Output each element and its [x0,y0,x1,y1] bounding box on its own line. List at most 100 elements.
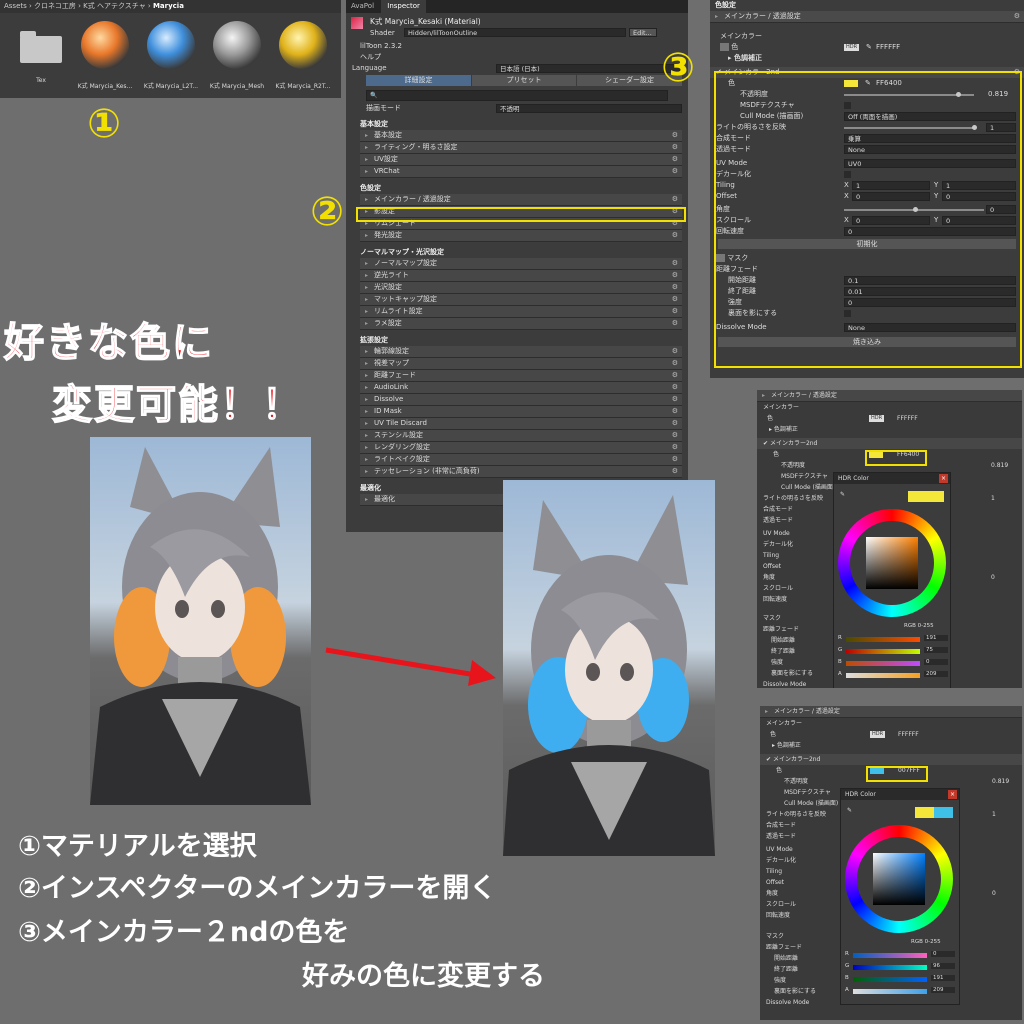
inspector-fold-item[interactable]: ラメ設定 ⚙ [360,318,682,330]
inspector-fold-item[interactable]: UV Tile Discard ⚙ [360,418,682,430]
inspector-fold-item[interactable]: リムライト設定 ⚙ [360,306,682,318]
inspector-fold-item[interactable]: メインカラー / 透過設定 ⚙ [360,194,682,206]
close-icon[interactable]: × [948,790,957,799]
inspector-fold-item[interactable]: Dissolve ⚙ [360,394,682,406]
inspector-fold-item[interactable]: ライティング・明るさ設定 ⚙ [360,142,682,154]
asset-material-r2t[interactable]: K式 Marycia_R2T... [272,21,334,90]
r-slider[interactable] [846,637,920,642]
gear-icon[interactable]: ⚙ [672,382,678,393]
b-value[interactable]: 0 [924,659,948,665]
inspector-fold-item[interactable]: 発光設定 ⚙ [360,230,682,242]
saturation-square[interactable] [873,853,925,905]
maincolor-fold[interactable]: メインカラー / 透過設定 [760,706,1022,718]
angle-value[interactable]: 0 [991,572,995,583]
color-correction-fold[interactable]: ▸ 色調補正 [757,424,1022,435]
gear-icon[interactable]: ⚙ [672,306,678,317]
opacity-value[interactable]: 0.819 [992,776,1009,787]
light-value[interactable]: 1 [991,493,995,504]
inspector-fold-item[interactable]: UV設定 ⚙ [360,154,682,166]
version-fold[interactable]: lilToon 2.3.2 [346,41,688,52]
edit-shader-button[interactable]: Edit... [629,28,657,37]
gear-icon[interactable]: ⚙ [672,130,678,141]
gear-icon[interactable]: ⚙ [672,318,678,329]
render-mode-dropdown[interactable]: 不透明 [496,104,682,113]
breadcrumb-item[interactable]: K式 ヘアテクスチャ [83,2,146,10]
gear-icon[interactable]: ⚙ [672,230,678,241]
a-slider[interactable] [846,673,920,678]
gear-icon[interactable]: ⚙ [672,258,678,269]
r-slider[interactable] [853,953,927,958]
a-value[interactable]: 209 [931,987,955,993]
b-value[interactable]: 191 [931,975,955,981]
inspector-fold-item[interactable]: AudioLink ⚙ [360,382,682,394]
gear-icon[interactable]: ⚙ [672,454,678,465]
second-color-toggle[interactable]: ✔ メインカラー2nd [760,754,1022,765]
inspector-fold-item[interactable]: マットキャップ設定 ⚙ [360,294,682,306]
inspector-fold-item[interactable]: レンダリング設定 ⚙ [360,442,682,454]
a-slider[interactable] [853,989,927,994]
maincolor-fold[interactable]: メインカラー / 透過設定 ⚙ [710,11,1024,23]
gear-icon[interactable]: ⚙ [672,282,678,293]
inspector-fold-item[interactable]: ID Mask ⚙ [360,406,682,418]
gear-icon[interactable]: ⚙ [672,294,678,305]
gear-icon[interactable]: ⚙ [672,358,678,369]
r-value[interactable]: 191 [924,635,948,641]
inspector-fold-item[interactable]: 逆光ライト ⚙ [360,270,682,282]
asset-folder-tex[interactable]: Tex [18,31,64,84]
a-value[interactable]: 209 [924,671,948,677]
tab-detail[interactable]: 詳細設定 [366,75,471,86]
inspector-fold-item[interactable]: 光沢設定 ⚙ [360,282,682,294]
tab-preset[interactable]: プリセット [472,75,576,86]
help-fold[interactable]: ヘルプ [346,52,688,63]
color-mode-dropdown[interactable]: RGB 0-255 [911,939,941,945]
search-input[interactable]: 🔍 [366,90,668,101]
inspector-fold-item[interactable]: ノーマルマップ設定 ⚙ [360,258,682,270]
gear-icon[interactable]: ⚙ [672,466,678,477]
hue-ring[interactable] [838,509,946,617]
gear-icon[interactable]: ⚙ [672,406,678,417]
gear-icon[interactable]: ⚙ [672,394,678,405]
gear-icon[interactable]: ⚙ [672,430,678,441]
gear-icon[interactable]: ⚙ [1014,11,1020,22]
breadcrumb-item[interactable]: Assets [4,2,27,10]
gear-icon[interactable]: ⚙ [672,154,678,165]
gear-icon[interactable]: ⚙ [672,346,678,357]
tab-inspector[interactable]: Inspector [381,0,426,13]
language-dropdown[interactable]: 日本語 (日本) [496,64,682,73]
inspector-fold-item[interactable]: VRChat ⚙ [360,166,682,178]
gear-icon[interactable]: ⚙ [672,418,678,429]
second-color-toggle[interactable]: ✔ メインカラー2nd [757,438,1022,449]
eyedropper-icon[interactable]: ✎ [866,42,872,53]
breadcrumb-item[interactable]: Marycia [153,2,184,10]
g-slider[interactable] [846,649,920,654]
inspector-fold-item[interactable]: ライトベイク設定 ⚙ [360,454,682,466]
inspector-fold-item[interactable]: ステンシル設定 ⚙ [360,430,682,442]
shader-dropdown[interactable]: Hidden/lilToonOutline [404,28,626,37]
maincolor-fold[interactable]: メインカラー / 透過設定 [757,390,1022,402]
g-slider[interactable] [853,965,927,970]
color-correction-fold[interactable]: ▸ 色調補正 [760,740,1022,751]
hue-ring[interactable] [845,825,953,933]
angle-value[interactable]: 0 [992,888,996,899]
asset-material-kesaki[interactable]: K式 Marycia_Kes... [74,21,136,90]
gear-icon[interactable]: ⚙ [672,270,678,281]
inspector-fold-item[interactable]: 輪郭線設定 ⚙ [360,346,682,358]
gear-icon[interactable]: ⚙ [672,142,678,153]
close-icon[interactable]: × [939,474,948,483]
main-color-hex[interactable]: FFFFFF [898,729,919,740]
gear-icon[interactable]: ⚙ [672,194,678,205]
b-slider[interactable] [846,661,920,666]
gear-icon[interactable]: ⚙ [672,166,678,177]
texture-slot-icon[interactable] [720,43,729,51]
light-value[interactable]: 1 [992,809,996,820]
opacity-value[interactable]: 0.819 [991,460,1008,471]
b-slider[interactable] [853,977,927,982]
g-value[interactable]: 75 [924,647,948,653]
g-value[interactable]: 96 [931,963,955,969]
tab-avapol[interactable]: AvaPol [346,2,379,10]
main-color-hex[interactable]: FFFFFF [876,42,900,53]
eyedropper-icon[interactable]: ✎ [847,807,852,814]
inspector-fold-item[interactable]: 基本設定 ⚙ [360,130,682,142]
inspector-fold-item[interactable]: テッセレーション (非常に高負荷) ⚙ [360,466,682,478]
inspector-fold-item[interactable]: 視差マップ ⚙ [360,358,682,370]
